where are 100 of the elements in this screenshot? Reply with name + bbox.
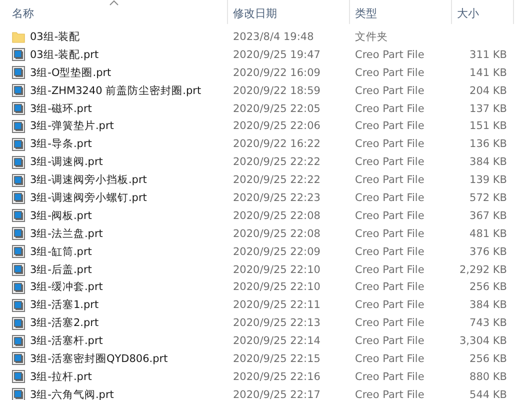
part-file-icon [12, 280, 25, 294]
file-type: Creo Part File [354, 264, 426, 276]
date-modified: 2020/9/25 22:13 [232, 317, 322, 330]
file-name[interactable]: 3组-调速阀旁小挡板.prt [30, 173, 147, 188]
file-type: Creo Part File [354, 174, 426, 186]
column-header[interactable]: 名称 [12, 6, 34, 20]
date-modified: 2020/9/25 22:10 [232, 264, 322, 276]
part-file-icon [12, 84, 25, 98]
file-size: 2,292 KB [458, 264, 508, 276]
part-file-icon [12, 334, 25, 348]
file-type: Creo Part File [354, 281, 426, 294]
date-modified: 2020/9/25 22:08 [232, 228, 322, 240]
column-header[interactable]: 大小 [457, 6, 479, 20]
file-size: 3,304 KB [458, 335, 508, 348]
file-type: Creo Part File [354, 66, 426, 79]
file-name[interactable]: 3组-O型垫圈.prt [30, 66, 112, 80]
file-type: Creo Part File [354, 370, 426, 383]
file-size: 151 KB [468, 120, 508, 132]
part-file-icon [12, 263, 25, 276]
file-type: Creo Part File [354, 48, 426, 61]
date-modified: 2020/9/25 22:23 [232, 192, 322, 204]
file-name[interactable]: 3组-缸筒.prt [30, 244, 92, 259]
file-name[interactable]: 3组-拉杆.prt [30, 370, 92, 384]
column-header[interactable]: 修改日期 [233, 6, 277, 20]
file-type: Creo Part File [354, 246, 426, 258]
date-modified: 2020/9/25 22:11 [232, 299, 322, 312]
file-name[interactable]: 3组-调速阀.prt [30, 155, 103, 170]
part-file-icon [12, 48, 25, 62]
file-size: 481 KB [468, 228, 508, 240]
file-name[interactable]: 3组-活塞密封圈QYD806.prt [30, 352, 168, 366]
file-type: Creo Part File [354, 228, 426, 240]
file-name[interactable]: 3组-活塞2.prt [30, 316, 99, 330]
file-size: 880 KB [468, 370, 508, 383]
date-modified: 2020/9/25 22:17 [232, 388, 322, 400]
file-name[interactable]: 3组-活塞杆.prt [30, 334, 103, 348]
part-file-icon [12, 120, 25, 133]
file-name[interactable]: 3组-缓冲套.prt [30, 280, 103, 294]
file-type: Creo Part File [354, 210, 426, 222]
date-modified: 2023/8/4 19:48 [232, 30, 315, 43]
part-file-icon [12, 388, 25, 400]
date-modified: 2020/9/22 16:09 [232, 66, 322, 79]
file-size: 384 KB [468, 299, 508, 312]
part-file-icon [12, 316, 25, 330]
date-modified: 2020/9/25 22:15 [232, 352, 322, 365]
date-modified: 2020/9/25 19:47 [232, 48, 322, 61]
file-name[interactable]: 03组-装配 [30, 30, 80, 44]
part-file-icon [12, 156, 25, 169]
part-file-icon [12, 227, 25, 240]
file-type: Creo Part File [354, 388, 426, 400]
file-type: Creo Part File [354, 317, 426, 330]
part-file-icon [12, 245, 25, 258]
column-header[interactable]: 类型 [355, 6, 377, 20]
file-type: Creo Part File [354, 352, 426, 365]
date-modified: 2020/9/25 22:10 [232, 281, 322, 294]
file-type: Creo Part File [354, 156, 426, 168]
file-name[interactable]: 3组-ZHM3240 前盖防尘密封圈.prt [30, 84, 202, 98]
date-modified: 2020/9/22 18:59 [232, 84, 322, 97]
file-type: 文件夹 [354, 30, 389, 44]
file-size: 136 KB [468, 138, 508, 150]
part-file-icon [12, 191, 25, 204]
file-size: 141 KB [468, 66, 508, 79]
file-name[interactable]: 3组-调速阀旁小螺钉.prt [30, 190, 147, 205]
file-name[interactable]: 3组-法兰盘.prt [30, 226, 103, 241]
part-file-icon [12, 209, 25, 222]
file-size: 139 KB [468, 174, 508, 186]
part-file-icon [12, 370, 25, 384]
date-modified: 2020/9/25 22:16 [232, 370, 322, 383]
file-name[interactable]: 3组-弹簧垫片.prt [30, 119, 114, 134]
date-modified: 2020/9/25 22:09 [232, 246, 322, 258]
part-file-icon [12, 174, 25, 187]
file-name[interactable]: 3组-六角气阀.prt [30, 388, 114, 400]
file-name[interactable]: 3组-磁环.prt [30, 102, 92, 116]
date-modified: 2020/9/25 22:05 [232, 102, 322, 114]
part-file-icon [12, 138, 25, 151]
part-file-icon [12, 298, 25, 312]
file-size: 376 KB [468, 246, 508, 258]
file-type: Creo Part File [354, 84, 426, 97]
file-type: Creo Part File [354, 102, 426, 114]
file-size: 256 KB [468, 352, 508, 365]
file-name[interactable]: 3组-后盖.prt [30, 262, 92, 277]
part-file-icon [12, 352, 25, 366]
date-modified: 2020/9/25 22:06 [232, 120, 322, 132]
file-name[interactable]: 3组-活塞1.prt [30, 298, 99, 312]
file-name[interactable]: 03组-装配.prt [30, 48, 99, 62]
file-name[interactable]: 3组-导条.prt [30, 137, 92, 152]
date-modified: 2020/9/25 22:08 [232, 210, 322, 222]
date-modified: 2020/9/25 22:22 [232, 174, 322, 186]
file-size: 384 KB [468, 156, 508, 168]
file-type: Creo Part File [354, 335, 426, 348]
file-type: Creo Part File [354, 138, 426, 150]
date-modified: 2020/9/25 22:14 [232, 335, 322, 348]
file-size: 311 KB [468, 48, 508, 61]
file-size: 256 KB [468, 281, 508, 294]
file-size: 204 KB [468, 84, 508, 97]
part-file-icon [12, 66, 25, 80]
file-name[interactable]: 3组-阀板.prt [30, 208, 92, 223]
file-size: 743 KB [468, 317, 508, 330]
part-file-icon [12, 102, 25, 115]
file-size: 367 KB [468, 210, 508, 222]
file-type: Creo Part File [354, 120, 426, 132]
